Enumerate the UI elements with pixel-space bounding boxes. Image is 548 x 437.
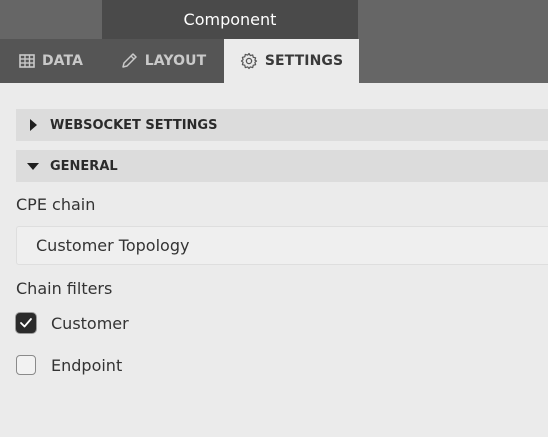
top-bar: Component DATA LAYOUT SETTINGS (0, 0, 548, 83)
cpe-chain-select[interactable]: Customer Topology (16, 226, 548, 265)
gear-icon (240, 52, 257, 70)
tab-layout-label: LAYOUT (144, 53, 207, 69)
tab-data[interactable]: DATA (0, 39, 102, 83)
checkbox-unchecked-icon[interactable] (16, 355, 36, 375)
customer-filter-checkbox[interactable]: Customer (16, 312, 129, 334)
endpoint-filter-label: Endpoint (51, 355, 123, 375)
websocket-settings-section[interactable]: WEBSOCKET SETTINGS (16, 109, 548, 141)
caret-right-icon (16, 118, 50, 132)
cpe-chain-label: CPE chain (16, 195, 96, 214)
tab-bar: DATA LAYOUT SETTINGS (0, 39, 548, 83)
websocket-settings-label: WEBSOCKET SETTINGS (50, 117, 218, 133)
tab-layout[interactable]: LAYOUT (102, 39, 224, 83)
table-icon (19, 54, 35, 68)
tab-settings-label: SETTINGS (264, 53, 344, 69)
checkbox-checked-icon[interactable] (16, 313, 36, 333)
customer-filter-label: Customer (51, 313, 129, 333)
general-label: GENERAL (50, 158, 118, 174)
component-title: Component (102, 0, 358, 39)
endpoint-filter-checkbox[interactable]: Endpoint (16, 354, 122, 376)
pencil-icon (122, 53, 137, 68)
chain-filters-label: Chain filters (16, 279, 113, 298)
caret-down-icon (16, 161, 50, 171)
tab-data-label: DATA (41, 53, 84, 69)
tab-settings[interactable]: SETTINGS (224, 39, 359, 83)
general-section[interactable]: GENERAL (16, 150, 548, 182)
cpe-chain-value: Customer Topology (36, 236, 190, 255)
